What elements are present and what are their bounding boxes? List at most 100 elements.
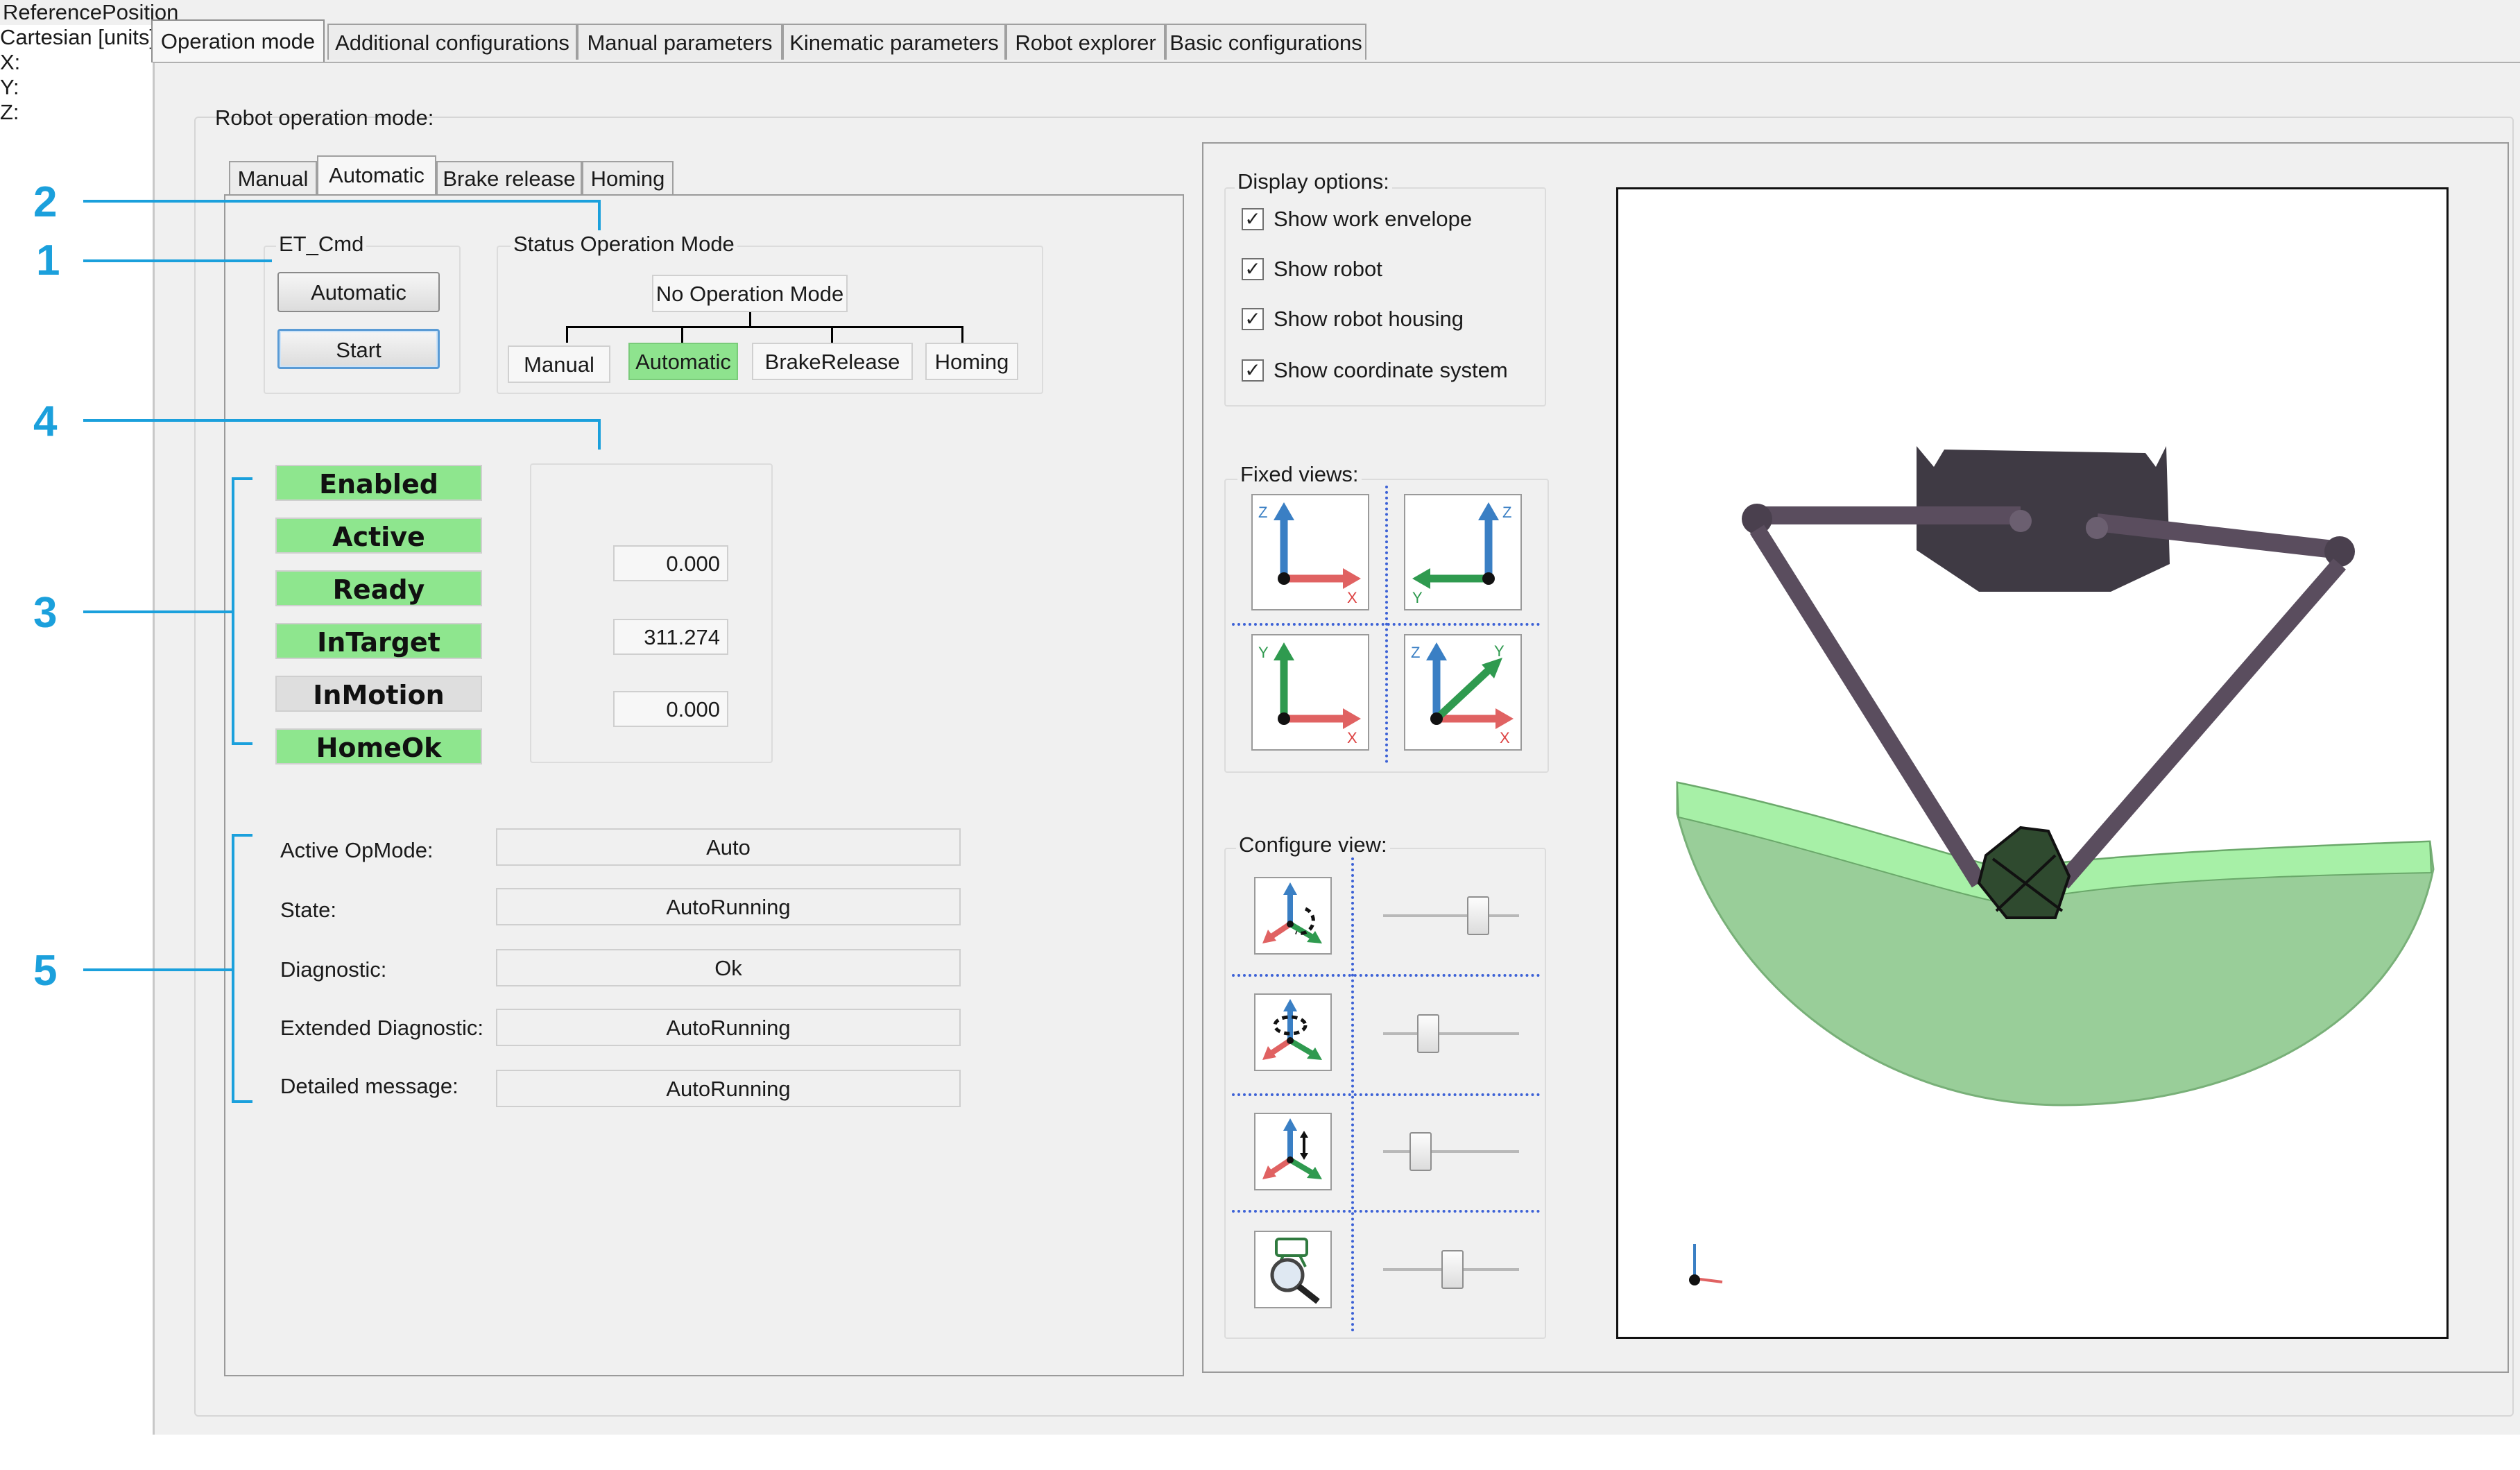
zoom-button[interactable] [1254,1231,1332,1308]
display-options-title: Display options: [1235,169,1392,194]
tab-basic-configurations[interactable]: Basic configurations [1165,24,1366,60]
configure-view-title: Configure view: [1236,832,1390,857]
show-robot-housing-checkbox[interactable]: ✓ [1242,308,1264,330]
detailed-message-field: AutoRunning [496,1070,961,1107]
view-yz-button[interactable]: Z Y [1404,494,1522,610]
callout-3-bracket [232,742,252,745]
tree-connector [566,326,568,343]
tree-connector [749,312,751,327]
robot-joint [2009,510,2032,532]
callout-4-line [598,419,601,450]
show-robot-checkbox[interactable]: ✓ [1242,258,1264,280]
status-root-node: No Operation Mode [652,275,848,312]
tab-robot-explorer[interactable]: Robot explorer [1006,24,1165,60]
callout-2-line [83,200,600,203]
subtab-manual[interactable]: Manual [229,161,317,194]
translate-slider-track [1383,1150,1519,1153]
extended-diagnostic-field: AutoRunning [496,1009,961,1046]
et-cmd-group [264,246,461,394]
start-button[interactable]: Start [277,329,440,369]
grid-divider [1232,1210,1540,1213]
show-work-envelope-checkbox[interactable]: ✓ [1242,208,1264,230]
rotate-x-icon [1262,999,1322,1060]
translate-slider[interactable] [1409,1132,1432,1171]
triad-origin [1689,1274,1700,1285]
callout-4-line [83,419,600,422]
rotate-z-button[interactable] [1254,877,1332,955]
svg-text:X: X [1347,589,1357,606]
svg-text:Y: Y [1494,642,1505,660]
view-isometric-button[interactable]: Z Y X [1404,634,1522,751]
zoom-slider[interactable] [1441,1250,1464,1289]
callout-5-bracket [232,834,234,1103]
detailed-message-label: Detailed message: [280,1074,458,1098]
grid-divider [1232,974,1540,977]
robot-joint [2086,517,2108,539]
status-node-brakerelease: BrakeRelease [752,343,913,380]
callout-1-line [83,259,272,262]
grid-divider [1232,1093,1540,1096]
tab-manual-parameters[interactable]: Manual parameters [577,24,782,60]
xz-view-icon: Z X [1258,502,1361,606]
fixed-views-title: Fixed views: [1237,462,1362,487]
status-node-automatic: Automatic [628,343,738,380]
callout-5-bracket [232,1100,252,1103]
svg-text:Z: Z [1502,504,1511,521]
yz-view-icon: Z Y [1412,502,1511,606]
svg-text:X: X [1500,729,1510,746]
y-value: 311.274 [613,619,728,655]
rotate-x-slider-track [1383,1032,1519,1035]
status-node-manual: Manual [508,345,610,383]
svg-text:Y: Y [1412,589,1423,606]
zoom-icon [1270,1238,1320,1304]
tab-operation-mode[interactable]: Operation mode [151,19,325,62]
callout-3-line [83,610,232,613]
rotate-z-slider-track [1383,914,1519,917]
grid-divider [1232,623,1540,626]
diagnostic-label: Diagnostic: [280,957,387,982]
tab-divider [153,62,2520,63]
rotate-x-button[interactable] [1254,993,1332,1071]
show-coordinate-system-checkbox[interactable]: ✓ [1242,359,1264,382]
callout-5-bracket [232,834,252,837]
callout-3-bracket [232,477,234,744]
active-indicator: Active [275,518,482,554]
callout-2-line [598,200,601,230]
robot-3d-viewport[interactable] [1616,187,2449,1339]
automatic-command-button[interactable]: Automatic [277,272,440,312]
show-robot-label: Show robot [1274,257,1382,281]
robot-forearm [2055,558,2347,889]
extended-diagnostic-label: Extended Diagnostic: [280,1016,483,1040]
subtab-homing[interactable]: Homing [582,161,674,194]
homeok-indicator: HomeOk [275,728,482,764]
view-xz-button[interactable]: Z X [1251,494,1369,610]
subtab-automatic[interactable]: Automatic [317,155,436,194]
callout-5: 5 [33,947,58,995]
tab-kinematic-parameters[interactable]: Kinematic parameters [782,24,1006,60]
show-work-envelope-label: Show work envelope [1274,207,1473,231]
translate-icon [1262,1118,1322,1179]
callout-2: 2 [33,178,58,226]
rotate-z-slider[interactable] [1467,896,1490,935]
robot-joint [2324,536,2355,567]
x-value: 0.000 [613,545,728,581]
translate-button[interactable] [1254,1113,1332,1190]
view-xy-button[interactable]: Y X [1251,634,1369,751]
subtab-brake-release[interactable]: Brake release [436,161,582,194]
tab-additional-configurations[interactable]: Additional configurations [327,24,577,60]
state-field: AutoRunning [496,888,961,925]
inmotion-indicator: InMotion [275,676,482,712]
z-value: 0.000 [613,691,728,727]
callout-5-line [83,968,232,971]
show-robot-housing-label: Show robot housing [1274,307,1464,331]
rotate-x-slider[interactable] [1417,1014,1440,1053]
tree-connector [681,326,683,343]
diagnostic-field: Ok [496,949,961,986]
ready-indicator: Ready [275,570,482,606]
callout-4: 4 [33,398,58,445]
active-opmode-label: Active OpMode: [280,838,434,862]
svg-text:Z: Z [1258,504,1267,521]
show-coordinate-system-label: Show coordinate system [1274,358,1508,382]
svg-text:X: X [1347,729,1357,746]
status-node-homing: Homing [925,343,1018,380]
